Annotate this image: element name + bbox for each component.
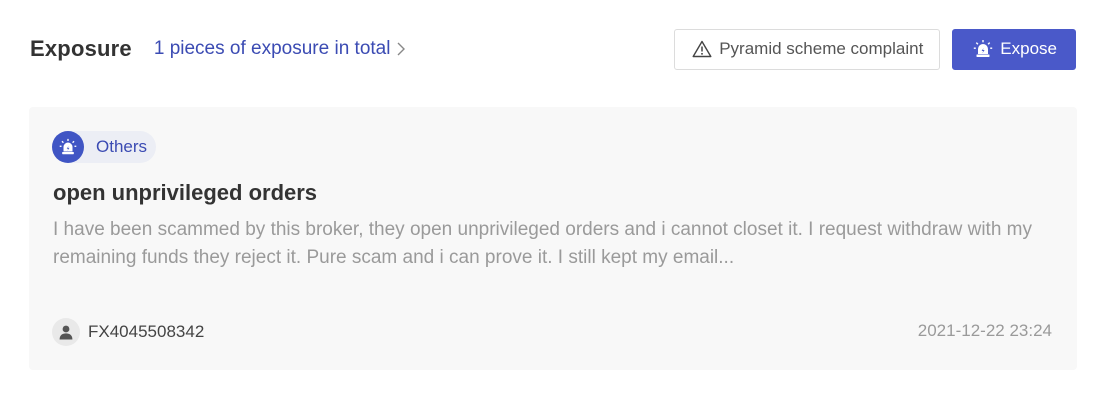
exposure-header: Exposure 1 pieces of exposure in total P…	[30, 28, 1076, 70]
alarm-light-icon	[52, 131, 84, 163]
expose-button-label: Expose	[1000, 39, 1057, 58]
alarm-light-icon	[973, 39, 993, 59]
exposure-count-link[interactable]: 1 pieces of exposure in total	[154, 38, 407, 60]
section-title: Exposure	[30, 36, 132, 61]
category-label: Others	[96, 137, 148, 156]
header-actions: Pyramid scheme complaint Expose	[674, 28, 1076, 70]
chevron-right-icon	[397, 42, 406, 56]
category-tag: Others	[52, 131, 157, 163]
pyramid-scheme-complaint-button[interactable]: Pyramid scheme complaint	[674, 28, 941, 70]
exposure-count-label: 1 pieces of exposure in total	[153, 38, 391, 59]
expose-button[interactable]: Expose	[952, 28, 1076, 70]
author-name: FX4045508342	[88, 322, 205, 341]
exposure-title: open unprivileged orders	[53, 180, 318, 205]
exposure-excerpt: I have been scammed by this broker, they…	[53, 219, 1033, 268]
user-icon	[52, 318, 80, 346]
warning-triangle-icon	[692, 40, 712, 58]
complaint-button-label: Pyramid scheme complaint	[719, 39, 924, 58]
timestamp: 2021-12-22 23:24	[917, 321, 1052, 340]
exposure-card[interactable]: Others open unprivileged orders I have b…	[29, 107, 1077, 370]
author: FX4045508342	[52, 318, 204, 346]
